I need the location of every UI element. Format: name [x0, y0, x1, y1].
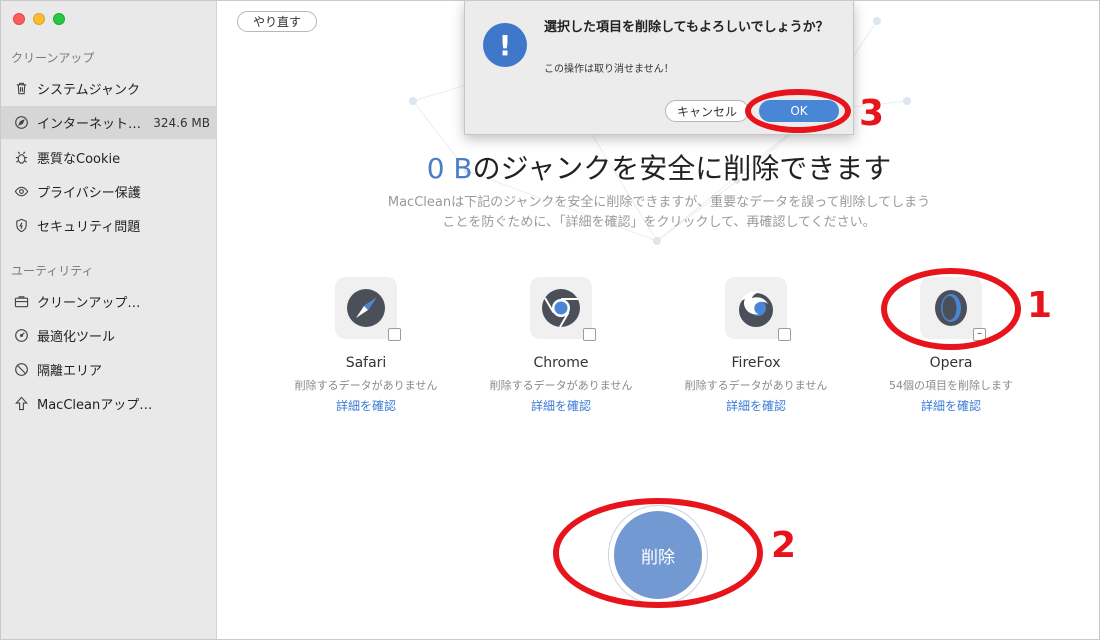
firefox-tile[interactable]: [725, 277, 791, 341]
annotation-number-3: 3: [859, 93, 885, 134]
no-entry-icon: [13, 362, 29, 378]
annotation-number-2: 2: [771, 525, 797, 566]
bug-icon: [13, 150, 29, 166]
view-details-link-chrome[interactable]: 詳細を確認: [471, 397, 651, 414]
sidebar-item-label: 悪質なCookie: [37, 152, 121, 167]
browser-card-chrome: Chrome 削除するデータがありません 詳細を確認: [471, 277, 651, 414]
window-controls: [13, 13, 65, 25]
gauge-icon: [13, 328, 29, 344]
browser-status: 54個の項目を削除します: [889, 379, 1013, 392]
description-line-2: ことを防ぐために、「詳細を確認」をクリックして、再確認してください。: [442, 215, 876, 230]
compass-icon: [13, 115, 29, 131]
annotation-number-1: 1: [1027, 285, 1053, 326]
section-title-cleanup: クリーンアップ: [11, 51, 95, 65]
sidebar: クリーンアップ システムジャンク インターネット… 324.6 MB 悪質なCo…: [1, 1, 217, 639]
eye-icon: [13, 184, 29, 200]
browser-card-firefox: FireFox 削除するデータがありません 詳細を確認: [666, 277, 846, 414]
sidebar-item-label: セキュリティ問題: [37, 220, 141, 235]
chrome-icon: [542, 289, 580, 328]
trash-icon: [13, 81, 29, 97]
chrome-checkbox[interactable]: [583, 328, 596, 341]
safari-tile[interactable]: [335, 277, 401, 341]
sidebar-item-label: プライバシー保護: [37, 186, 141, 201]
sidebar-item-size: 324.6 MB: [153, 115, 210, 130]
shield-icon: [13, 218, 29, 234]
description-line-1: MacCleanは下記のジャンクを安全に削除できますが、重要なデータを誤って削除…: [387, 195, 931, 210]
sidebar-item-internet[interactable]: インターネット… 324.6 MB: [1, 106, 216, 139]
browser-status: 削除するデータがありません: [294, 379, 438, 392]
browser-name: Safari: [345, 355, 387, 371]
firefox-checkbox[interactable]: [778, 328, 791, 341]
view-details-link-firefox[interactable]: 詳細を確認: [666, 397, 846, 414]
junk-amount: 0 B: [426, 152, 473, 185]
browser-name: Opera: [929, 355, 973, 371]
browser-name: FireFox: [731, 355, 781, 371]
minimize-window-button[interactable]: [33, 13, 45, 25]
close-window-button[interactable]: [13, 13, 25, 25]
safari-checkbox[interactable]: [388, 328, 401, 341]
alert-icon: !: [483, 23, 527, 67]
sidebar-item-system-junk[interactable]: システムジャンク: [1, 72, 216, 105]
firefox-icon: [739, 291, 773, 327]
dialog-message: この操作は取り消せません！: [544, 64, 674, 75]
headline: 0 Bのジャンクを安全に削除できます: [217, 147, 1099, 187]
sidebar-item-label: システムジャンク: [37, 83, 140, 98]
zoom-window-button[interactable]: [53, 13, 65, 25]
briefcase-icon: [13, 294, 29, 310]
sidebar-item-malicious-cookie[interactable]: 悪質なCookie: [1, 141, 216, 174]
sidebar-item-label: MacCleanアップ…: [37, 398, 153, 413]
sidebar-item-label: クリーンアップ…: [37, 296, 141, 311]
redo-button[interactable]: やり直す: [237, 11, 317, 32]
view-details-link-safari[interactable]: 詳細を確認: [276, 397, 456, 414]
sidebar-item-privacy[interactable]: プライバシー保護: [1, 175, 216, 208]
upload-arrow-icon: [13, 396, 29, 412]
sidebar-item-quarantine[interactable]: 隔離エリア: [1, 353, 216, 386]
view-details-link-opera[interactable]: 詳細を確認: [861, 397, 1041, 414]
sidebar-item-label: 隔離エリア: [37, 364, 103, 379]
annotation-circle-delete: [553, 498, 763, 608]
browser-status: 削除するデータがありません: [684, 379, 828, 392]
headline-text: のジャンクを安全に削除できます: [472, 152, 892, 185]
browser-status: 削除するデータがありません: [489, 379, 633, 392]
chrome-tile[interactable]: [530, 277, 596, 341]
sidebar-item-label: インターネット…: [37, 117, 142, 132]
sidebar-item-cleanup-tools[interactable]: クリーンアップ…: [1, 285, 216, 318]
sidebar-item-optimize[interactable]: 最適化ツール: [1, 319, 216, 352]
section-title-utility: ユーティリティ: [11, 264, 94, 278]
description: MacCleanは下記のジャンクを安全に削除できますが、重要なデータを誤って削除…: [377, 193, 941, 233]
browser-card-safari: Safari 削除するデータがありません 詳細を確認: [276, 277, 456, 414]
browser-name: Chrome: [533, 355, 589, 371]
sidebar-item-label: 最適化ツール: [37, 330, 116, 345]
dialog-title: 選択した項目を削除してもよろしいでしょうか？: [544, 20, 829, 35]
annotation-circle-ok: [745, 89, 851, 133]
cancel-button[interactable]: キャンセル: [665, 100, 749, 122]
safari-icon: [347, 289, 385, 327]
annotation-circle-opera: [881, 268, 1021, 350]
sidebar-item-security[interactable]: セキュリティ問題: [1, 209, 216, 242]
app-window: クリーンアップ システムジャンク インターネット… 324.6 MB 悪質なCo…: [0, 0, 1100, 640]
sidebar-item-macclean-update[interactable]: MacCleanアップ…: [1, 387, 216, 420]
